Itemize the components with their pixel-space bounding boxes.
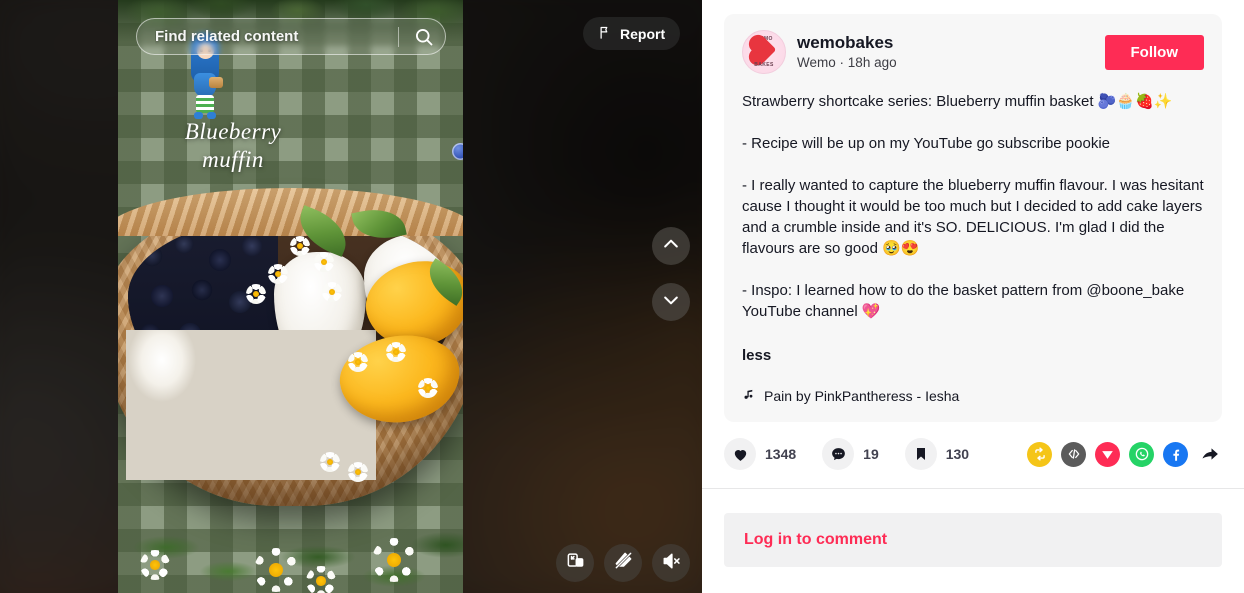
daisy-flower (386, 342, 406, 362)
collapse-description-link[interactable]: less (742, 347, 771, 364)
search-input[interactable]: Find related content (155, 28, 398, 45)
daisy-flower (254, 548, 298, 592)
share-targets (1027, 441, 1222, 467)
author-username[interactable]: wemobakes (797, 33, 1094, 53)
repost-icon[interactable] (1027, 441, 1052, 467)
speaker-muted-icon (661, 551, 681, 576)
picture-in-picture-button[interactable] (556, 544, 594, 582)
login-prompt-label: Log in to comment (744, 531, 888, 548)
post-info-panel: WEMO BAKES wemobakes Wemo · 18h ago Foll… (702, 0, 1244, 593)
author-row: WEMO BAKES wemobakes Wemo · 18h ago Foll… (742, 30, 1204, 74)
daisy-flower (140, 550, 170, 580)
video-stage[interactable]: Blueberry muffin Find related content Re… (0, 0, 702, 593)
bookmark-button[interactable]: 130 (904, 438, 970, 470)
music-label: Pain by PinkPantheress - Iesha (764, 387, 960, 404)
embed-icon[interactable] (1061, 441, 1086, 467)
video-detail-page: Blueberry muffin Find related content Re… (0, 0, 1244, 593)
author-meta: wemobakes Wemo · 18h ago (797, 33, 1094, 72)
login-to-comment-box[interactable]: Log in to comment (724, 513, 1222, 567)
follow-button[interactable]: Follow (1104, 34, 1204, 70)
avatar[interactable]: WEMO BAKES (742, 30, 786, 74)
music-note-icon (742, 387, 755, 404)
daisy-flower (418, 378, 438, 398)
bookmark-icon (904, 438, 937, 470)
comment-icon (822, 438, 855, 470)
mute-toggle-button[interactable] (652, 544, 690, 582)
bookmark-count: 130 (945, 446, 970, 462)
avatar-bottom-text: BAKES (754, 62, 774, 68)
daisy-flower (290, 236, 310, 256)
share-arrow-icon[interactable] (1197, 442, 1222, 467)
post-description-tail: - Inspo: I learned how to do the basket … (742, 282, 1189, 320)
whatsapp-icon[interactable] (1129, 441, 1154, 467)
daisy-flower (246, 284, 266, 304)
daisy-flower (320, 452, 340, 472)
clear-mode-button[interactable] (604, 544, 642, 582)
report-button[interactable]: Report (583, 17, 681, 50)
search-icon[interactable] (411, 24, 437, 50)
report-label: Report (620, 25, 666, 42)
comment-count: 19 (863, 446, 879, 462)
daisy-flower (314, 252, 334, 272)
like-button[interactable]: 1348 (724, 438, 796, 470)
daisy-flower (372, 538, 416, 582)
search-divider (398, 26, 399, 47)
daisy-flower (322, 282, 342, 302)
like-count: 1348 (765, 446, 797, 462)
post-timestamp: 18h ago (847, 54, 897, 70)
daisy-flower (268, 264, 288, 284)
description-card: WEMO BAKES wemobakes Wemo · 18h ago Foll… (724, 14, 1222, 422)
previous-video-button[interactable] (652, 227, 690, 265)
clear-display-icon (614, 551, 633, 575)
chevron-down-icon (661, 290, 681, 315)
post-description: Strawberry shortcake series: Blueberry m… (742, 93, 1204, 257)
facebook-icon[interactable] (1163, 441, 1188, 467)
daisy-flower (348, 352, 368, 372)
engagement-bar: 1348 19 130 (702, 422, 1244, 488)
author-subline: Wemo · 18h ago (797, 54, 1094, 72)
video-player[interactable] (118, 0, 463, 593)
pip-icon (566, 551, 585, 575)
comments-section: Log in to comment (702, 489, 1244, 567)
meta-separator: · (839, 54, 845, 70)
author-display-name: Wemo (797, 54, 836, 70)
comment-button[interactable]: 19 (822, 438, 879, 470)
blueberry-sticker (448, 129, 463, 171)
telegram-icon[interactable] (1095, 441, 1120, 467)
video-controls (556, 544, 690, 582)
related-content-search[interactable]: Find related content (136, 18, 446, 55)
heart-icon (724, 438, 756, 470)
music-row[interactable]: Pain by PinkPantheress - Iesha (742, 387, 1204, 404)
chevron-up-icon (661, 234, 681, 259)
daisy-flower (306, 566, 336, 593)
flag-icon (598, 25, 613, 43)
next-video-button[interactable] (652, 283, 690, 321)
